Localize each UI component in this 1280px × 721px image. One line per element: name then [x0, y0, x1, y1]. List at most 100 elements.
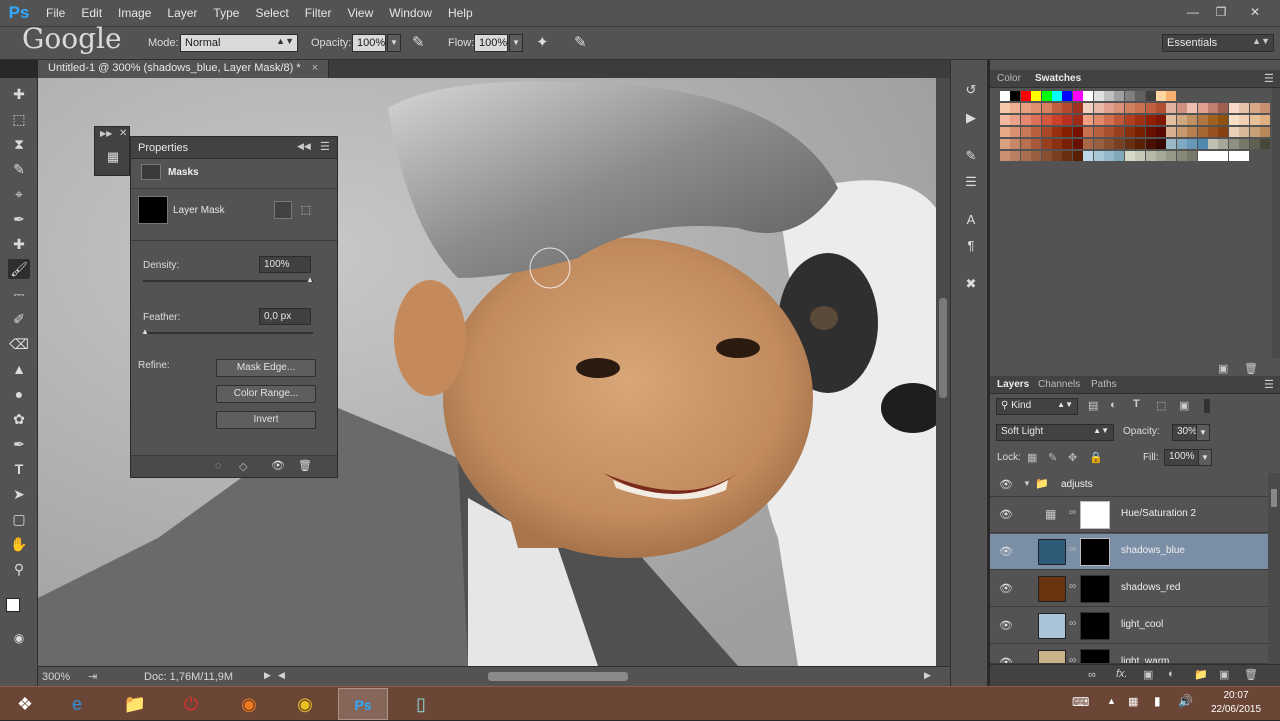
density-slider-handle[interactable]: ▲: [306, 275, 314, 284]
apply-mask-icon[interactable]: ◇: [239, 460, 247, 473]
minimize-icon[interactable]: —: [1182, 4, 1204, 20]
color-swatch[interactable]: [1124, 91, 1135, 101]
color-swatch[interactable]: [1114, 103, 1125, 113]
color-swatch[interactable]: [1187, 139, 1198, 149]
color-swatch[interactable]: [1041, 91, 1052, 101]
color-swatch[interactable]: [1020, 91, 1031, 101]
color-swatch[interactable]: [1218, 151, 1229, 161]
color-swatch[interactable]: [1208, 151, 1218, 161]
color-swatch[interactable]: [1093, 103, 1104, 113]
color-swatch[interactable]: [1020, 115, 1031, 125]
color-swatch[interactable]: [1093, 91, 1104, 101]
color-swatch[interactable]: [1031, 139, 1042, 149]
color-swatch[interactable]: [1187, 103, 1198, 113]
feather-slider-handle[interactable]: ▲: [141, 327, 149, 336]
vertical-scroll-thumb[interactable]: [939, 298, 947, 398]
internet-explorer-icon[interactable]: e: [52, 688, 102, 720]
character-icon[interactable]: A: [961, 210, 981, 230]
eyedropper-tool-icon[interactable]: ✒: [8, 209, 30, 229]
export-icon[interactable]: ⇥: [88, 670, 97, 683]
select-pixel-mask-icon[interactable]: [274, 201, 292, 219]
restore-icon[interactable]: ❐: [1210, 4, 1232, 20]
type-tool-icon[interactable]: T: [8, 459, 30, 479]
density-slider[interactable]: [143, 280, 313, 282]
quick-select-tool-icon[interactable]: ✎: [8, 159, 30, 179]
color-swatch[interactable]: [1000, 91, 1010, 101]
filter-type-icon[interactable]: T: [1133, 398, 1140, 410]
color-swatch[interactable]: [1239, 151, 1250, 161]
menu-filter[interactable]: Filter: [297, 0, 340, 26]
lock-transparent-icon[interactable]: ▦: [1027, 451, 1037, 464]
color-swatch[interactable]: [1052, 127, 1062, 137]
color-swatch[interactable]: [1072, 115, 1083, 125]
layer-row-light-cool[interactable]: 👁 ∞ light_cool: [990, 608, 1268, 644]
fill-dropdown-icon[interactable]: ▼: [1198, 449, 1212, 466]
flow-input[interactable]: 100%: [474, 34, 508, 52]
zoom-tool-icon[interactable]: ⚲: [8, 559, 30, 579]
color-swatch[interactable]: [1062, 139, 1073, 149]
color-swatch[interactable]: [1166, 103, 1177, 113]
color-swatch[interactable]: [1072, 139, 1083, 149]
lock-all-icon[interactable]: 🔒: [1089, 451, 1103, 464]
panel-menu-icon[interactable]: ☰: [1264, 378, 1274, 391]
color-swatch[interactable]: [1010, 115, 1021, 125]
visibility-eye-icon[interactable]: 👁: [999, 582, 1013, 595]
color-swatch[interactable]: [1114, 127, 1125, 137]
new-group-icon[interactable]: 📁: [1194, 668, 1208, 681]
color-swatch[interactable]: [1239, 115, 1250, 125]
color-swatch[interactable]: [1166, 127, 1177, 137]
zoom-level[interactable]: 300%: [42, 671, 70, 683]
color-swatch[interactable]: [1208, 139, 1218, 149]
mask-edge-button[interactable]: Mask Edge...: [216, 359, 316, 377]
layer-row-shadows-blue[interactable]: 👁 ∞ shadows_blue: [990, 534, 1268, 570]
color-swatch[interactable]: [1041, 151, 1052, 161]
actions-play-icon[interactable]: ▶: [961, 108, 981, 128]
tab-paths[interactable]: Paths: [1091, 379, 1117, 390]
color-swatch[interactable]: [1166, 115, 1177, 125]
paint-bucket-tool-icon[interactable]: ▲: [8, 359, 30, 379]
color-swatch[interactable]: [1228, 115, 1239, 125]
color-swatch[interactable]: [1062, 151, 1073, 161]
layers-scrollbar[interactable]: [1268, 473, 1280, 664]
file-explorer-icon[interactable]: 📁: [110, 688, 160, 720]
color-swatch[interactable]: [1104, 115, 1114, 125]
color-swatch[interactable]: [1062, 103, 1073, 113]
color-swatch[interactable]: [1000, 127, 1010, 137]
color-swatch[interactable]: [1249, 103, 1260, 113]
color-swatch[interactable]: [1072, 103, 1083, 113]
blur-tool-icon[interactable]: ✿: [8, 409, 30, 429]
color-swatch[interactable]: [1093, 151, 1104, 161]
feather-slider[interactable]: [143, 332, 313, 334]
color-swatch[interactable]: [1156, 91, 1166, 101]
color-swatch[interactable]: [1052, 139, 1062, 149]
color-swatch[interactable]: [1145, 91, 1156, 101]
document-tab[interactable]: Untitled-1 @ 300% (shadows_blue, Layer M…: [38, 60, 330, 78]
link-chain-icon[interactable]: ∞: [1069, 655, 1076, 663]
new-swatch-icon[interactable]: ▣: [1218, 362, 1228, 375]
layer-opacity-dropdown-icon[interactable]: ▼: [1196, 424, 1210, 441]
airbrush-icon[interactable]: ✦: [536, 33, 549, 51]
color-swatch[interactable]: [1020, 103, 1031, 113]
color-swatch[interactable]: [1135, 139, 1146, 149]
color-swatch[interactable]: [1208, 103, 1218, 113]
color-swatch[interactable]: [1187, 151, 1198, 161]
color-swatch[interactable]: [1249, 115, 1260, 125]
link-chain-icon[interactable]: ∞: [1069, 618, 1076, 629]
color-swatch[interactable]: [1156, 151, 1166, 161]
color-swatch[interactable]: [1124, 115, 1135, 125]
color-swatch[interactable]: [1000, 151, 1010, 161]
color-swatch[interactable]: [1114, 115, 1125, 125]
color-swatch[interactable]: [1020, 127, 1031, 137]
color-swatch[interactable]: [1000, 103, 1010, 113]
color-swatch[interactable]: [1010, 103, 1021, 113]
history-icon[interactable]: ↺: [961, 80, 981, 100]
path-selection-tool-icon[interactable]: ➤: [8, 484, 30, 504]
healing-brush-tool-icon[interactable]: ✚: [8, 234, 30, 254]
color-swatch[interactable]: [1197, 151, 1208, 161]
lock-position-icon[interactable]: ✥: [1068, 451, 1077, 464]
color-swatch[interactable]: [1197, 127, 1208, 137]
tab-close-icon[interactable]: ×: [312, 62, 318, 74]
color-swatch[interactable]: [1083, 103, 1094, 113]
color-swatch[interactable]: [1239, 127, 1250, 137]
menu-window[interactable]: Window: [381, 0, 440, 26]
